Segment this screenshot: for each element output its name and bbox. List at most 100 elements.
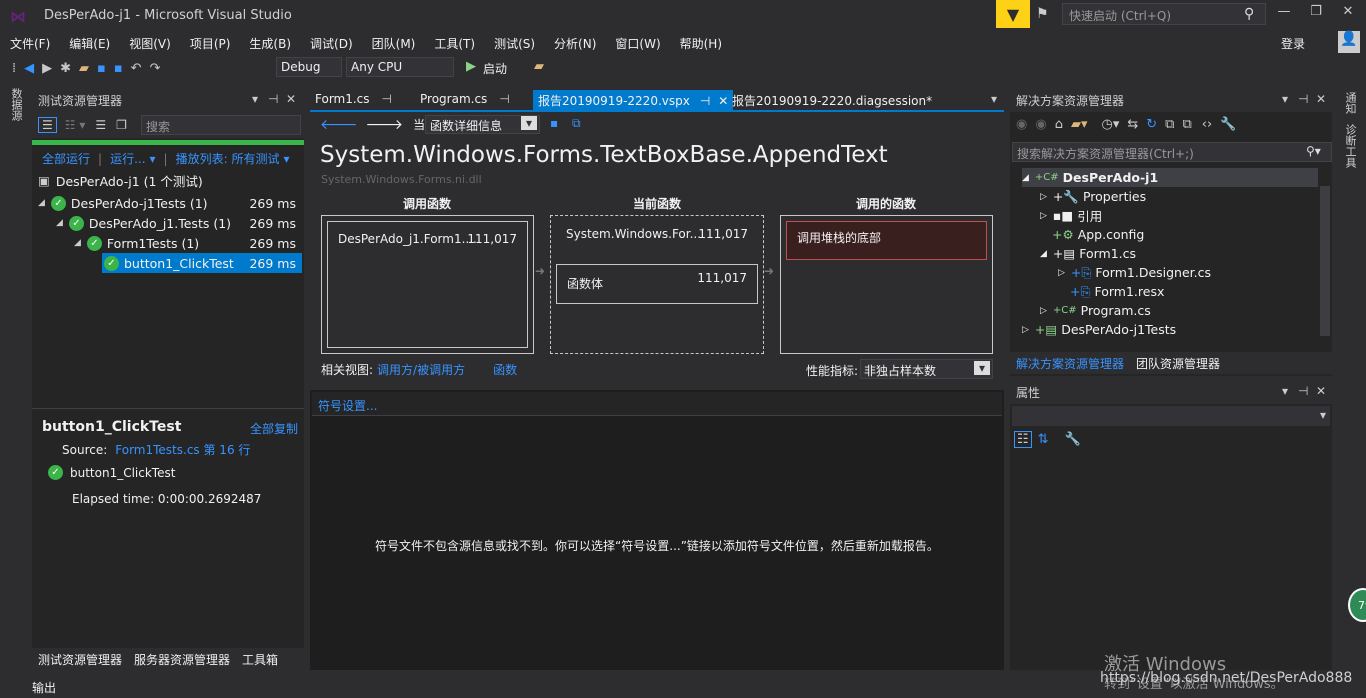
tab-test-explorer[interactable]: 测试资源管理器	[38, 651, 122, 668]
current-view-select[interactable]: 函数详细信息 ▾	[425, 115, 540, 134]
search-icon[interactable]: ⚲	[1244, 6, 1254, 22]
minimize-button[interactable]: —	[1270, 4, 1298, 24]
compare-icon[interactable]: ⧉	[572, 116, 581, 131]
properties-wrench-icon[interactable]: 🔧	[1220, 117, 1236, 132]
tab-report-vspx[interactable]: 报告20190919-2220.vspx ⊣ ✕	[533, 90, 734, 110]
menu-project[interactable]: 项目(P)	[190, 35, 231, 52]
copy-icon[interactable]: ❐	[116, 118, 127, 132]
diagnostic-tools-tab[interactable]: 诊断工具	[1342, 124, 1358, 168]
code-icon[interactable]: ‹›	[1202, 117, 1212, 132]
tab-form1-cs[interactable]: Form1.cs ⊣	[310, 90, 397, 110]
alphabetical-icon[interactable]: ⇅	[1038, 432, 1049, 447]
navigate-back-icon[interactable]: ◀	[24, 61, 34, 76]
symbol-settings-link[interactable]: 符号设置...	[318, 397, 377, 414]
menu-help[interactable]: 帮助(H)	[680, 35, 722, 52]
solution-tree-row[interactable]: ▷ ▪■ 引用	[1040, 206, 1102, 225]
output-tab[interactable]: 输出	[32, 681, 56, 695]
refresh-icon[interactable]: ↻	[1146, 117, 1157, 132]
categorized-icon[interactable]: ☷	[1014, 431, 1032, 448]
tab-program-cs[interactable]: Program.cs ⊣	[415, 90, 515, 110]
pin-icon[interactable]: ⊣	[1298, 384, 1308, 398]
sync-icon[interactable]: ⇆	[1127, 117, 1138, 132]
solution-search-input[interactable]: 搜索解决方案资源管理器(Ctrl+;)	[1012, 142, 1332, 162]
back-icon[interactable]: 🡐	[320, 116, 358, 133]
account-avatar-icon[interactable]: 👤	[1338, 31, 1360, 53]
solution-tree-row[interactable]: ◢ +▤ Form1.cs	[1040, 244, 1136, 263]
solution-tree-row[interactable]: ▷ +C# Program.cs	[1040, 301, 1151, 320]
run-all-link[interactable]: 全部运行	[42, 150, 90, 167]
notification-filter-icon[interactable]: ▼	[996, 0, 1030, 28]
close-panel-icon[interactable]: ✕	[286, 92, 296, 106]
menu-test[interactable]: 测试(S)	[494, 35, 535, 52]
visual-studio-logo-icon[interactable]: ⋈	[10, 7, 32, 26]
playlist-link[interactable]: 播放列表: 所有测试	[176, 150, 280, 167]
pin-icon[interactable]: ⊣	[268, 92, 278, 106]
panel-menu-icon[interactable]: ▾	[252, 92, 258, 106]
pin-icon[interactable]: ⊣	[499, 92, 509, 106]
test-tree-row[interactable]: ◢ ✓ DesPerAdo-j1Tests (1) 269 ms	[38, 193, 302, 213]
search-icon[interactable]: ⚲▾	[1306, 144, 1321, 158]
menu-team[interactable]: 团队(M)	[372, 35, 416, 52]
list-icon[interactable]: ☷ ▾	[65, 118, 86, 132]
solution-tree-row[interactable]: ▷ +▤ DesPerAdo-j1Tests	[1022, 320, 1176, 339]
solution-tree-row[interactable]: ◢ +C# DesPerAdo-j1	[1022, 168, 1318, 187]
callee-item[interactable]: 调用堆栈的底部	[786, 221, 987, 260]
home-icon[interactable]: ⌂	[1055, 117, 1063, 132]
menu-edit[interactable]: 编辑(E)	[69, 35, 110, 52]
login-link[interactable]: 登录	[1281, 35, 1305, 52]
property-pages-icon[interactable]: 🔧	[1065, 432, 1081, 447]
copy-all-link[interactable]: 全部复制	[250, 420, 298, 437]
caller-item[interactable]: DesPerAdo_j1.Form1.... 111,017	[327, 221, 528, 348]
pin-icon[interactable]: ⊣	[382, 92, 392, 106]
undo-icon[interactable]: ↶	[131, 61, 142, 76]
tab-solution-explorer[interactable]: 解决方案资源管理器	[1016, 355, 1124, 372]
close-button[interactable]: ✕	[1334, 4, 1362, 24]
test-tree-row[interactable]: ◢ ✓ DesPerAdo_j1.Tests (1) 269 ms	[56, 213, 302, 233]
group-by-icon[interactable]: ☰	[38, 117, 57, 133]
columns-icon[interactable]: ☰	[95, 118, 106, 132]
start-debug-icon[interactable]: ▶	[466, 59, 476, 74]
pin-icon[interactable]: ⊣	[1298, 92, 1308, 106]
tab-team-explorer[interactable]: 团队资源管理器	[1136, 355, 1220, 372]
menu-window[interactable]: 窗口(W)	[615, 35, 660, 52]
forward-icon[interactable]: 🡒	[366, 116, 404, 133]
function-body-item[interactable]: 函数体 111,017	[556, 264, 758, 304]
new-project-icon[interactable]: ✱	[60, 61, 71, 76]
switch-views-icon[interactable]: ▰▾	[1071, 117, 1088, 132]
find-in-files-icon[interactable]: ▰	[534, 59, 544, 74]
test-tree-row-selected[interactable]: ✓ button1_ClickTest 269 ms	[102, 253, 302, 273]
test-search-input[interactable]: 搜索	[141, 115, 301, 135]
back-icon[interactable]: ◉	[1016, 117, 1027, 132]
save-all-icon[interactable]: ▪	[114, 61, 123, 76]
solution-platform-select[interactable]: Any CPU	[346, 57, 454, 77]
menu-analyze[interactable]: 分析(N)	[554, 35, 596, 52]
close-panel-icon[interactable]: ✕	[1316, 92, 1326, 106]
source-link[interactable]: Form1Tests.cs 第 16 行	[115, 441, 250, 458]
start-button-label[interactable]: 启动	[483, 60, 507, 77]
save-icon[interactable]: ▪	[97, 61, 106, 76]
solution-tree-row[interactable]: ▷ +🔧 Properties	[1040, 187, 1146, 206]
menu-build[interactable]: 生成(B)	[249, 35, 291, 52]
data-sources-tab[interactable]: 数据源	[8, 88, 24, 121]
caller-callee-link[interactable]: 调用方/被调用方	[377, 361, 465, 378]
properties-object-select[interactable]: ▾	[1012, 406, 1330, 426]
menu-debug[interactable]: 调试(D)	[310, 35, 353, 52]
solution-config-select[interactable]: Debug	[276, 57, 342, 77]
navigate-forward-icon[interactable]: ▶	[42, 61, 52, 76]
open-file-icon[interactable]: ▰	[79, 61, 89, 76]
menu-view[interactable]: 视图(V)	[129, 35, 171, 52]
forward-icon[interactable]: ◉	[1035, 117, 1046, 132]
solution-tree-row[interactable]: +⎘ Form1.resx	[1070, 282, 1164, 301]
solution-tree-row[interactable]: ▷ +⎘ Form1.Designer.cs	[1058, 263, 1211, 282]
close-panel-icon[interactable]: ✕	[1316, 384, 1326, 398]
show-all-files-icon[interactable]: ⧉	[1182, 117, 1191, 132]
solution-tree-row[interactable]: +⚙ App.config	[1052, 225, 1144, 244]
pending-changes-icon[interactable]: ◷▾	[1101, 117, 1119, 132]
notifications-tab[interactable]: 通知	[1342, 92, 1358, 114]
menu-tools[interactable]: 工具(T)	[434, 35, 475, 52]
tab-report-diagsession[interactable]: 报告20190919-2220.diagsession*	[727, 90, 937, 110]
test-tree-row[interactable]: ◢ ✓ Form1Tests (1) 269 ms	[74, 233, 302, 253]
test-project-row[interactable]: ▣ DesPerAdo-j1 (1 个测试)	[38, 170, 203, 190]
collapse-all-icon[interactable]: ⧉	[1165, 117, 1174, 132]
tab-server-explorer[interactable]: 服务器资源管理器	[134, 651, 230, 668]
